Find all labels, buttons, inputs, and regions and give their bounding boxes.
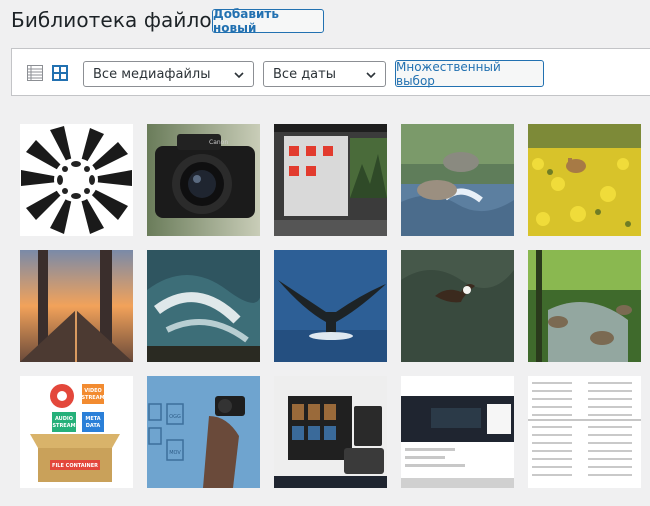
ogg-label: OGG xyxy=(169,414,181,420)
media-item-software-screenshot[interactable] xyxy=(274,124,387,236)
list-view-icon[interactable] xyxy=(27,65,43,81)
meta-data-label: META xyxy=(85,416,100,422)
add-new-button[interactable]: Добавить новый xyxy=(212,7,324,35)
media-item-eagle[interactable] xyxy=(401,250,514,362)
chevron-down-icon xyxy=(234,72,244,79)
media-item-deer[interactable] xyxy=(528,124,641,236)
media-item-whale-tail[interactable] xyxy=(274,250,387,362)
media-item-camera[interactable]: Canon xyxy=(147,124,260,236)
media-item-file-container[interactable]: VIDEO STREAM AUDIO STREAM META DATA FILE… xyxy=(20,376,133,488)
media-item-web-page[interactable] xyxy=(401,376,514,488)
svg-text:DATA: DATA xyxy=(86,423,101,429)
media-type-filter[interactable]: Все медиафайлы xyxy=(83,61,254,87)
media-toolbar: Все медиафайлы Все даты Множественный вы… xyxy=(11,48,650,96)
media-item-kaleidoscope[interactable] xyxy=(20,124,133,236)
grid-view-icon[interactable] xyxy=(52,65,68,81)
file-container-label: FILE CONTAINER xyxy=(52,463,98,469)
chevron-down-icon xyxy=(366,72,376,79)
media-item-bridge[interactable] xyxy=(20,250,133,362)
media-item-river[interactable] xyxy=(401,124,514,236)
media-item-forest-stream[interactable] xyxy=(528,250,641,362)
media-item-file-properties[interactable] xyxy=(528,376,641,488)
date-filter[interactable]: Все даты xyxy=(263,61,386,87)
svg-text:STREAM: STREAM xyxy=(81,395,104,401)
media-item-wave[interactable] xyxy=(147,250,260,362)
video-stream-label: VIDEO xyxy=(84,388,102,394)
svg-text:Canon: Canon xyxy=(209,139,228,146)
media-item-video-app[interactable] xyxy=(274,376,387,488)
svg-text:STREAM: STREAM xyxy=(52,423,75,429)
media-item-hand-camera[interactable]: OGG MOV xyxy=(147,376,260,488)
mov-label: MOV xyxy=(169,450,181,456)
page-title: Библиотека файлов xyxy=(11,8,224,32)
bulk-select-button[interactable]: Множественный выбор xyxy=(395,60,544,88)
audio-stream-label: AUDIO xyxy=(55,416,73,422)
media-type-filter-value: Все медиафайлы xyxy=(93,66,211,82)
date-filter-value: Все даты xyxy=(273,66,336,82)
